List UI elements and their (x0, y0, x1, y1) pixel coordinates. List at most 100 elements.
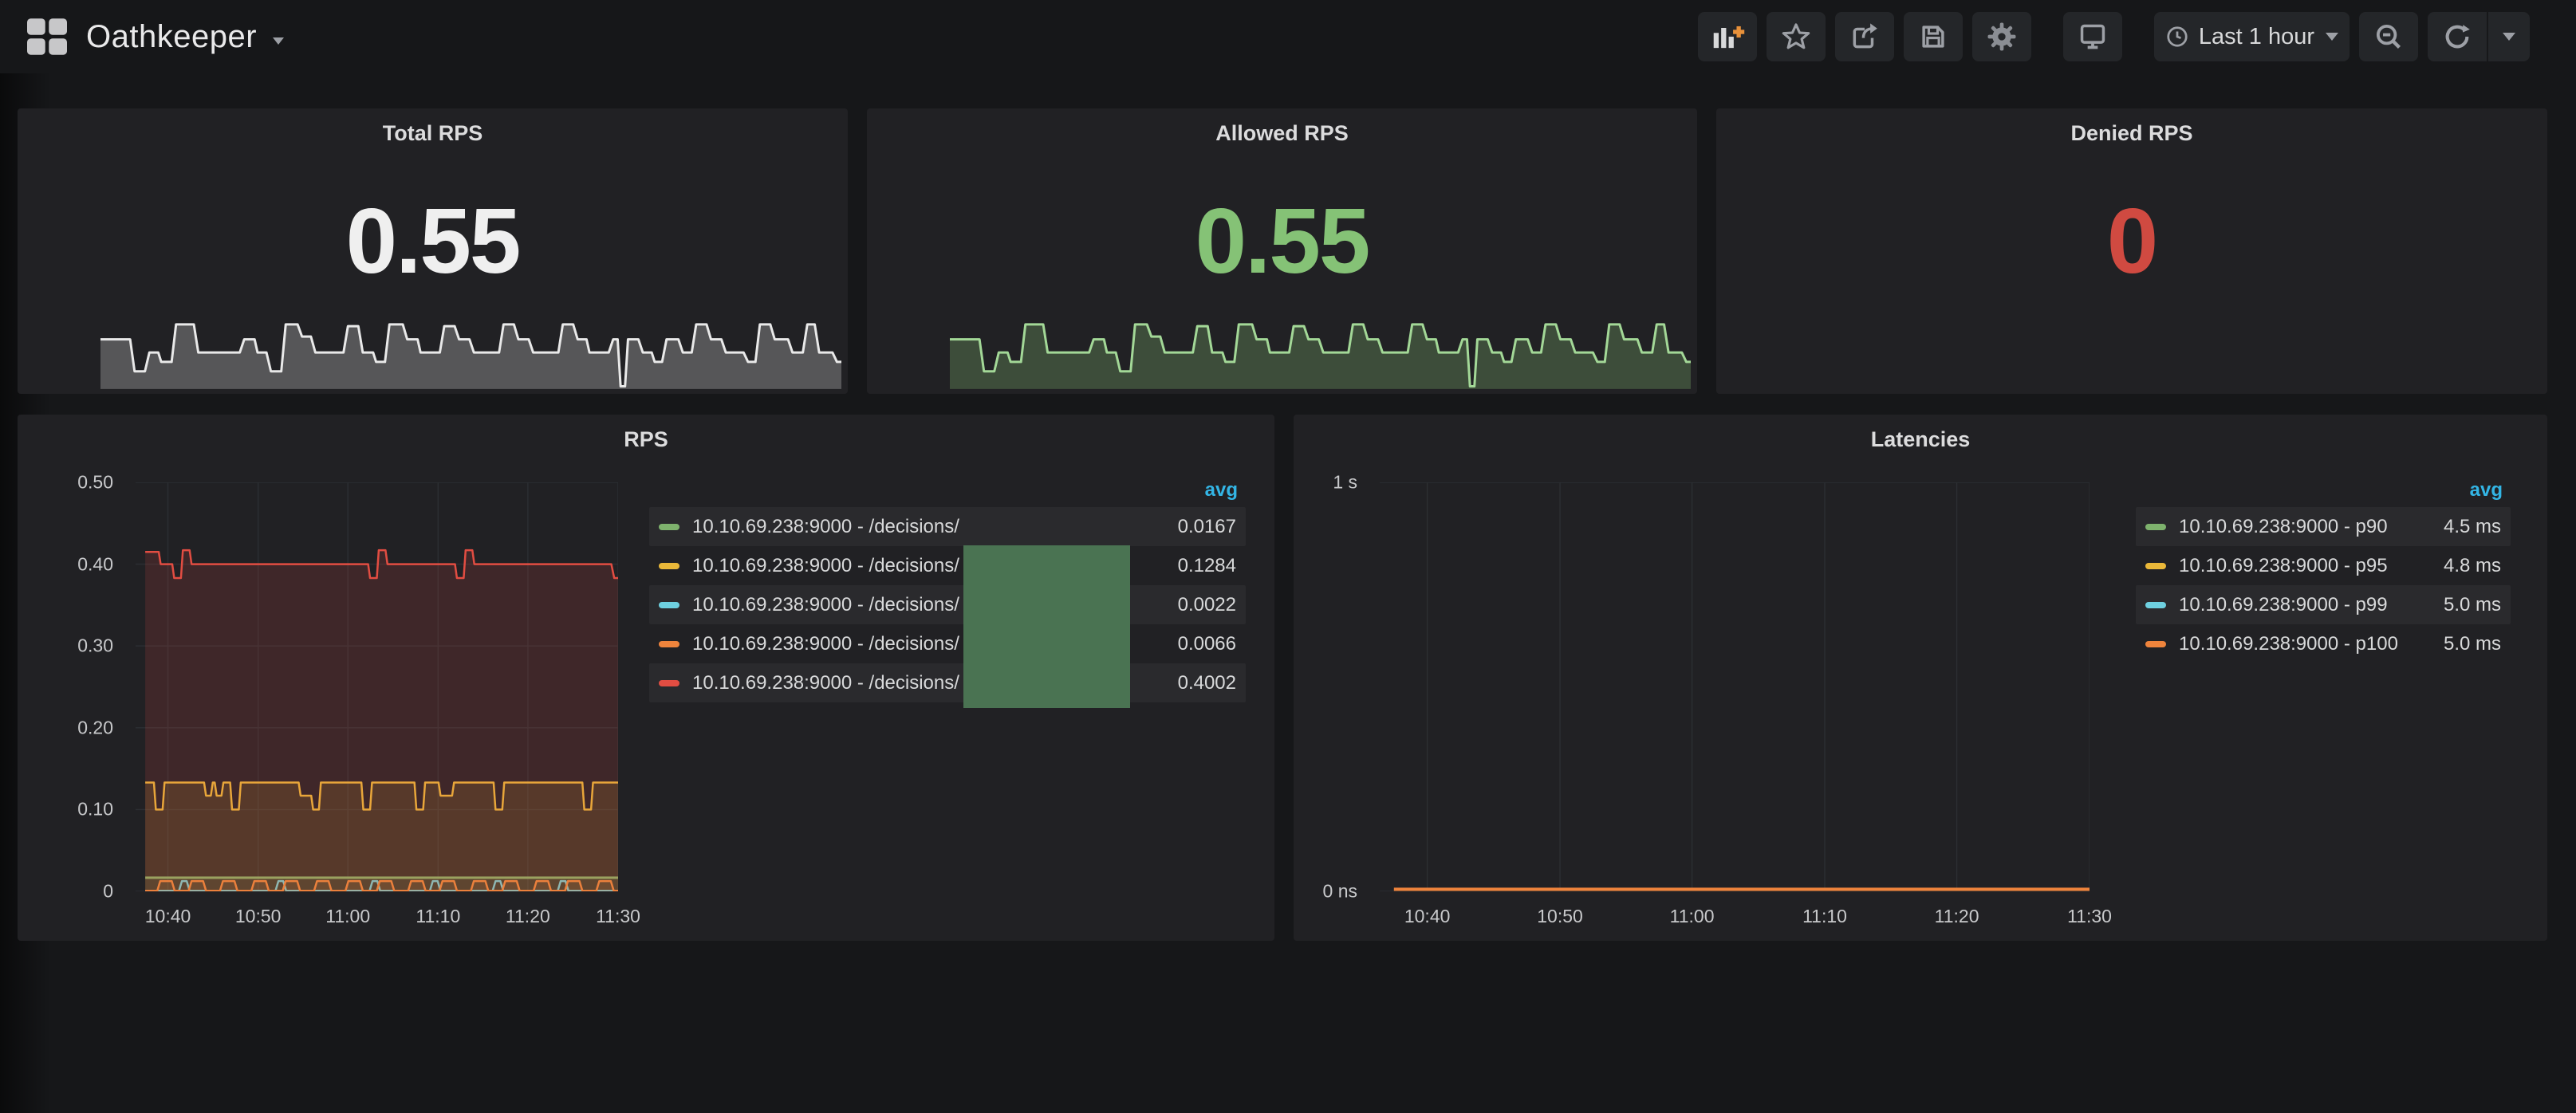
legend-avg-value: 0.1284 (1178, 555, 1236, 577)
x-tick-label: 10:40 (145, 906, 191, 927)
x-tick-label: 11:30 (596, 906, 640, 927)
refresh-interval-dropdown[interactable] (2488, 12, 2530, 61)
panel-allowed-rps: Allowed RPS 0.55 (867, 108, 1697, 394)
y-tick-label: 0.20 (77, 717, 113, 738)
x-axis: 10:4010:5011:0011:1011:2011:30 (1380, 899, 2090, 928)
legend-series-label[interactable]: 10.10.69.238:9000 - p100 (2179, 633, 2428, 655)
x-axis: 10:4010:5011:0011:1011:2011:30 (136, 899, 618, 928)
series-swatch-icon[interactable] (2145, 524, 2166, 530)
y-axis: 0.500.400.300.200.100 (18, 482, 123, 891)
legend-row[interactable]: 10.10.69.238:9000 - p95 4.8 ms (2136, 546, 2511, 585)
legend-row[interactable]: 10.10.69.238:9000 - /decisions/0.0167 (649, 507, 1246, 546)
legend: avg10.10.69.238:9000 - /decisions/0.0167… (649, 474, 1246, 702)
legend-row[interactable]: 10.10.69.238:9000 - /decisions/0.0022 (649, 585, 1246, 624)
star-icon (1781, 22, 1811, 52)
panel-title[interactable]: Total RPS (18, 121, 848, 146)
y-tick-label: 0.10 (77, 799, 113, 820)
legend: avg10.10.69.238:9000 - p904.5 ms10.10.69… (2136, 474, 2511, 663)
panel-total-rps: Total RPS 0.55 (18, 108, 848, 394)
legend-series-label[interactable]: 10.10.69.238:9000 - p95 (2179, 555, 2428, 577)
refresh-button[interactable] (2428, 12, 2487, 61)
legend-avg-value: 5.0 ms (2444, 633, 2501, 655)
dashboard-picker[interactable]: Oathkeeper (24, 0, 284, 73)
green-overlay-box (963, 545, 1130, 708)
legend-row[interactable]: 10.10.69.238:9000 - p99 5.0 ms (2136, 585, 2511, 624)
top-nav: Oathkeeper (0, 0, 2576, 73)
series-swatch-icon[interactable] (2145, 602, 2166, 608)
add-panel-button[interactable] (1698, 12, 1757, 61)
y-tick-label: 0.30 (77, 635, 113, 657)
series-swatch-icon[interactable] (659, 680, 679, 686)
y-tick-label: 0 ns (1323, 881, 1357, 903)
panel-title[interactable]: RPS (18, 427, 1274, 452)
x-tick-label: 10:50 (235, 906, 282, 927)
panel-title[interactable]: Allowed RPS (867, 121, 1697, 146)
y-axis: 1 s0 ns (1294, 482, 1367, 891)
series-swatch-icon[interactable] (659, 602, 679, 608)
x-tick-label: 11:10 (416, 906, 460, 927)
stat-value: 0 (1716, 185, 2547, 297)
legend-avg-value: 5.0 ms (2444, 594, 2501, 616)
stat-value: 0.55 (18, 185, 848, 297)
x-tick-label: 11:10 (1802, 906, 1847, 927)
panel-denied-rps: Denied RPS 0 (1716, 108, 2547, 394)
share-button[interactable] (1835, 12, 1894, 61)
zoom-out-icon (2373, 22, 2404, 52)
sparkline (950, 292, 1691, 391)
legend-avg-value: 0.0022 (1178, 594, 1236, 616)
legend-avg-value: 4.8 ms (2444, 555, 2501, 577)
legend-avg-value: 0.4002 (1178, 672, 1236, 694)
legend-avg-header: avg (2136, 474, 2511, 507)
legend-series-label[interactable]: 10.10.69.238:9000 - /decisions/ (692, 516, 1162, 538)
x-tick-label: 11:00 (1670, 906, 1715, 927)
y-tick-label: 0.40 (77, 553, 113, 575)
plot-area[interactable] (136, 482, 618, 891)
panel-latencies-graph: Latencies 1 s0 ns 10:4010:5011:0011:1011… (1294, 415, 2547, 941)
x-tick-label: 10:40 (1404, 906, 1451, 927)
y-tick-label: 0.50 (77, 472, 113, 494)
legend-series-label[interactable]: 10.10.69.238:9000 - p90 (2179, 516, 2428, 538)
save-button[interactable] (1904, 12, 1963, 61)
dashboard-title[interactable]: Oathkeeper (86, 19, 257, 55)
time-range-picker[interactable]: Last 1 hour (2154, 12, 2350, 61)
chevron-down-icon (2326, 33, 2338, 41)
time-range-label: Last 1 hour (2199, 24, 2314, 50)
legend-avg-value: 4.5 ms (2444, 516, 2501, 538)
legend-row[interactable]: 10.10.69.238:9000 - /decisions/0.1284 (649, 546, 1246, 585)
legend-row[interactable]: 10.10.69.238:9000 - p100 5.0 ms (2136, 624, 2511, 663)
cycle-view-button[interactable] (2063, 12, 2122, 61)
series-swatch-icon[interactable] (2145, 563, 2166, 569)
plot-area[interactable] (1380, 482, 2090, 891)
settings-button[interactable] (1972, 12, 2031, 61)
sparkline (100, 292, 841, 391)
x-tick-label: 11:20 (1935, 906, 1979, 927)
series-swatch-icon[interactable] (2145, 641, 2166, 647)
legend-row[interactable]: 10.10.69.238:9000 - /decisions/0.0066 (649, 624, 1246, 663)
zoom-out-button[interactable] (2359, 12, 2418, 61)
chevron-down-icon (2503, 33, 2515, 41)
legend-series-label[interactable]: 10.10.69.238:9000 - p99 (2179, 594, 2428, 616)
stat-value: 0.55 (867, 185, 1697, 297)
series-swatch-icon[interactable] (659, 524, 679, 530)
series-swatch-icon[interactable] (659, 563, 679, 569)
legend-avg-value: 0.0066 (1178, 633, 1236, 655)
save-icon (1918, 22, 1948, 52)
panel-title[interactable]: Denied RPS (1716, 121, 2547, 146)
chevron-down-icon (273, 37, 284, 45)
y-tick-label: 0 (103, 881, 113, 903)
gear-icon (1986, 21, 2018, 53)
x-tick-label: 11:00 (325, 906, 370, 927)
refresh-icon (2442, 22, 2472, 52)
bar-chart-plus-icon (1710, 22, 1745, 52)
y-tick-label: 1 s (1333, 472, 1357, 494)
grid-icon (24, 17, 70, 57)
series-swatch-icon[interactable] (659, 641, 679, 647)
monitor-icon (2078, 22, 2108, 52)
panel-title[interactable]: Latencies (1294, 427, 2547, 452)
x-tick-label: 11:30 (2067, 906, 2112, 927)
legend-row[interactable]: 10.10.69.238:9000 - /decisions/0.4002 (649, 663, 1246, 702)
clock-icon (2165, 25, 2189, 49)
refresh-button-group (2428, 12, 2530, 61)
legend-row[interactable]: 10.10.69.238:9000 - p90 4.5 ms (2136, 507, 2511, 546)
star-button[interactable] (1767, 12, 1826, 61)
